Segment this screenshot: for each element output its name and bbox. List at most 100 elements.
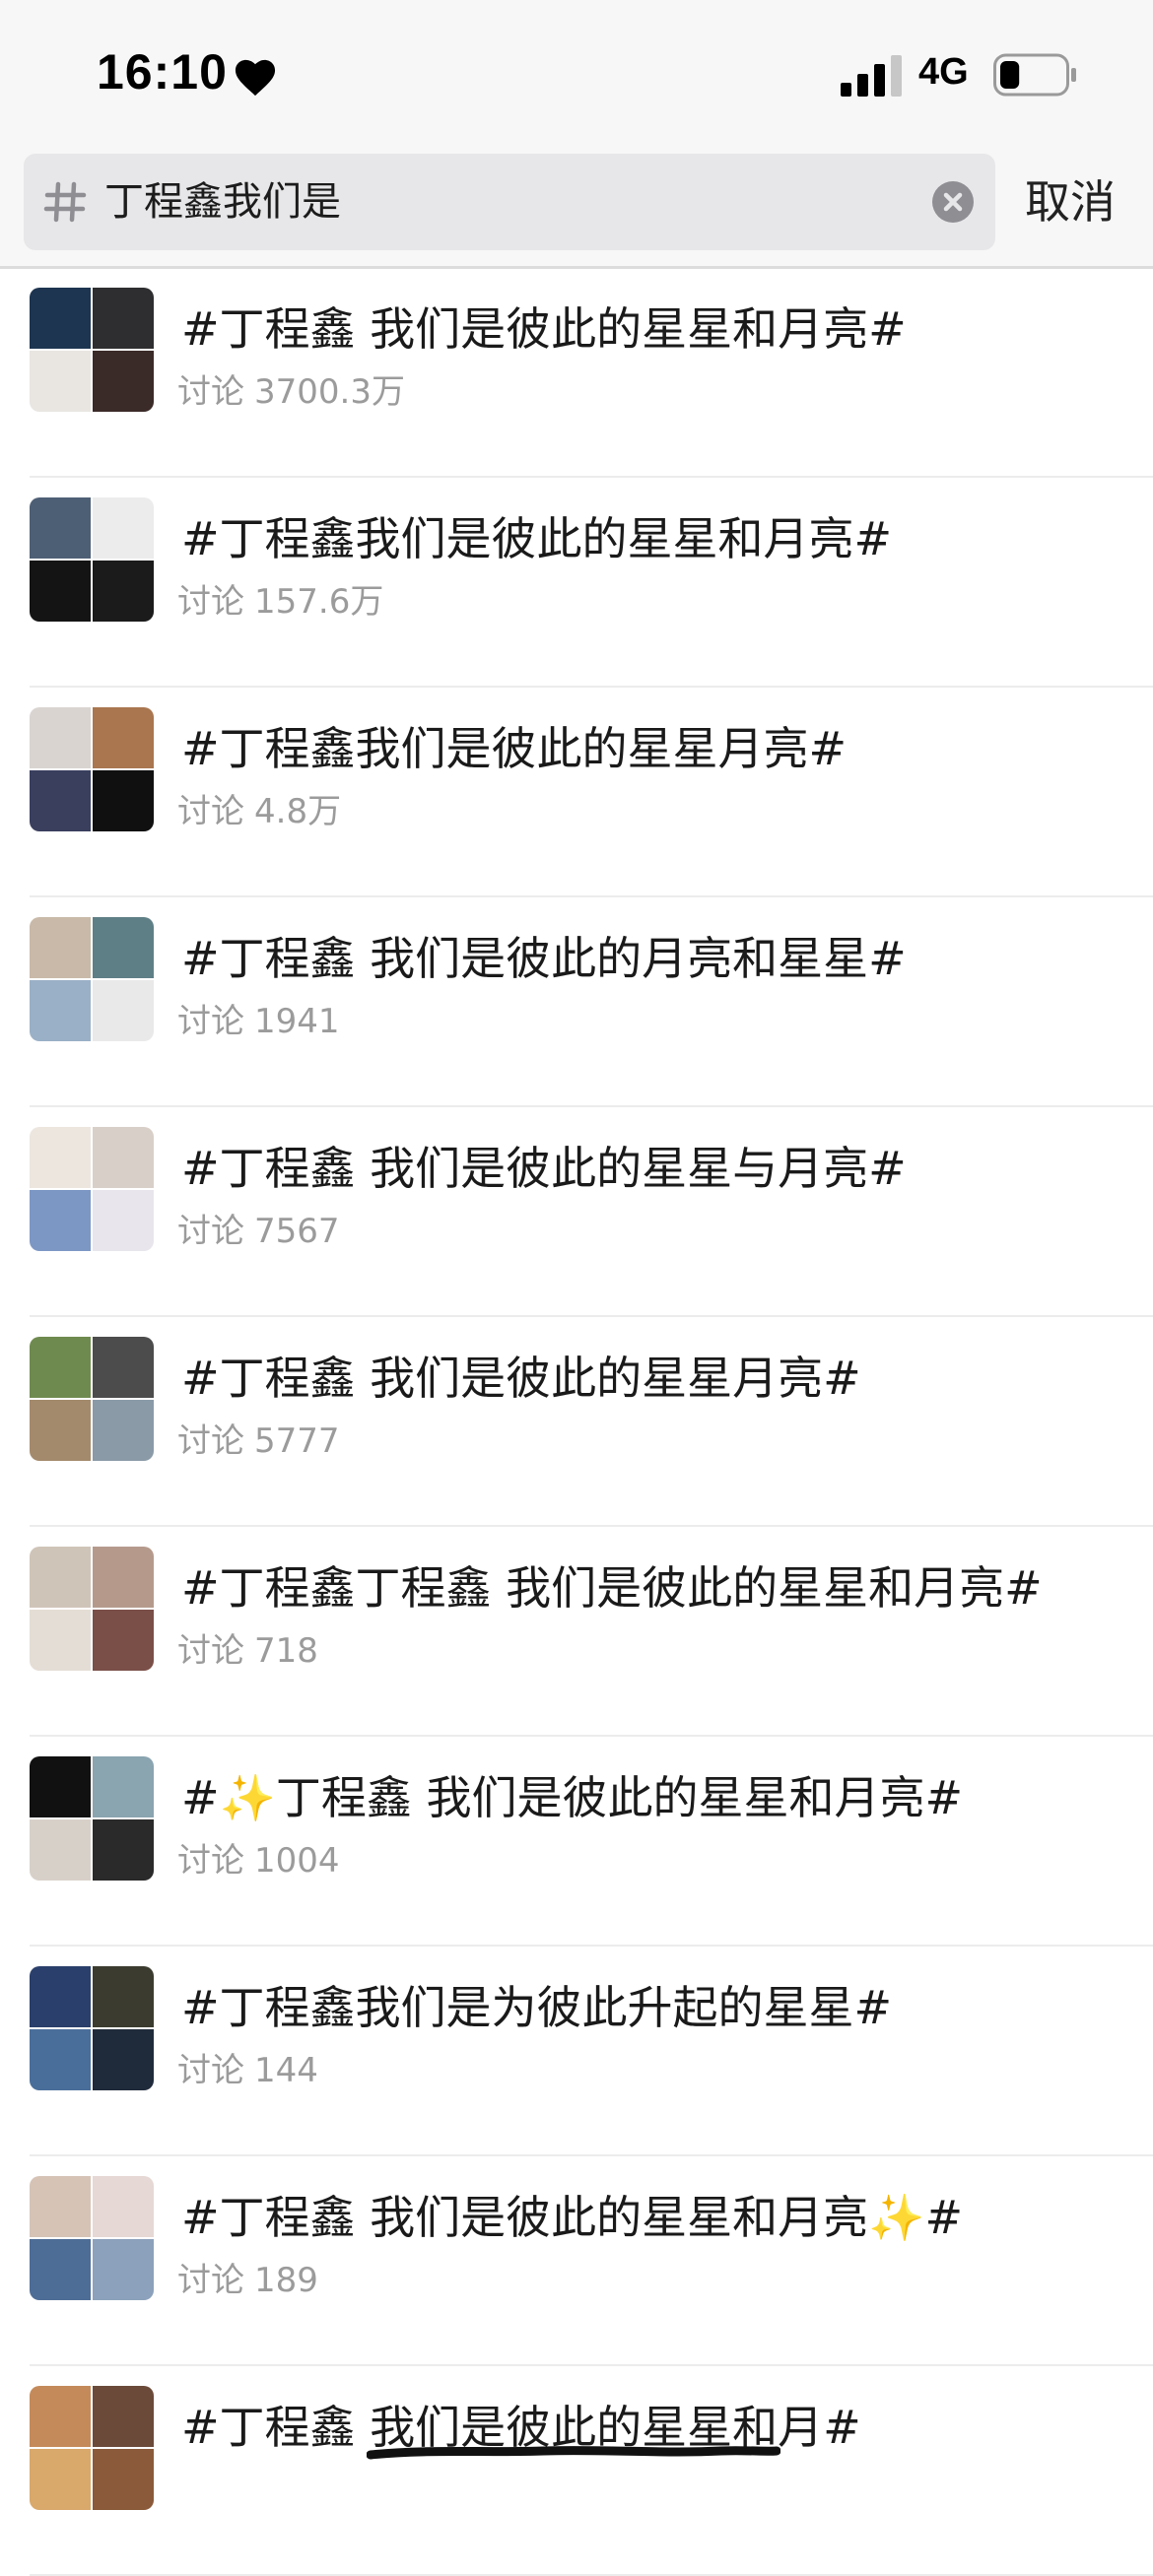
thumbnail-tile [30,1756,91,1817]
discussion-count: 144 [254,2051,318,2090]
topic-discussion-count: 讨论 144 [177,2043,318,2091]
topic-discussion-count: 讨论 189 [177,2253,318,2301]
topic-discussion-count: 讨论 3700.3万 [177,364,405,413]
topic-thumbnail [30,288,154,412]
thumbnail-tile [30,1610,91,1671]
discussion-label: 讨论 [177,1841,244,1881]
search-header: 取消 [0,148,1153,269]
thumbnail-tile [93,497,154,559]
discussion-count: 4.8万 [254,792,342,831]
topic-title: #丁程鑫我们是彼此的星星和月亮# [181,512,893,565]
signal-icon [841,55,902,97]
topic-thumbnail [30,1756,154,1881]
heart-icon [235,59,276,97]
discussion-label: 讨论 [177,1421,244,1461]
topic-thumbnail [30,1337,154,1461]
topic-item[interactable]: #丁程鑫丁程鑫 我们是彼此的星星和月亮# 讨论 718 [0,1527,1153,1737]
topic-title: #丁程鑫 我们是彼此的星星和月亮# [181,302,907,356]
topic-item[interactable]: #丁程鑫 我们是彼此的星星和月# [0,2366,1153,2576]
battery-icon [993,53,1076,97]
topic-list: #丁程鑫 我们是彼此的星星和月亮# 讨论 3700.3万 #丁程鑫我们是彼此的星星和月… [0,268,1153,2576]
thumbnail-tile [30,2239,91,2300]
topic-item[interactable]: #丁程鑫 我们是彼此的星星和月亮✨# 讨论 189 [0,2156,1153,2366]
cancel-button[interactable]: 取消 [1025,148,1116,256]
thumbnail-tile [93,707,154,768]
topic-thumbnail [30,917,154,1041]
topic-item[interactable]: #丁程鑫我们是为彼此升起的星星# 讨论 144 [0,1947,1153,2156]
clear-icon[interactable] [932,181,974,223]
topic-item[interactable]: #丁程鑫我们是彼此的星星和月亮# 讨论 157.6万 [0,478,1153,688]
topic-item[interactable]: #✨丁程鑫 我们是彼此的星星和月亮# 讨论 1004 [0,1737,1153,1947]
discussion-label: 讨论 [177,582,244,622]
discussion-count: 157.6万 [254,582,384,622]
topic-thumbnail [30,497,154,622]
topic-item[interactable]: #丁程鑫 我们是彼此的星星月亮# 讨论 5777 [0,1317,1153,1527]
topic-title: #丁程鑫 我们是彼此的星星月亮# [181,1352,861,1405]
thumbnail-tile [30,288,91,349]
thumbnail-tile [30,980,91,1041]
discussion-count: 5777 [254,1421,340,1461]
discussion-label: 讨论 [177,1631,244,1671]
thumbnail-tile [30,2176,91,2237]
topic-discussion-count: 讨论 157.6万 [177,574,383,623]
topic-thumbnail [30,1966,154,2090]
topic-item[interactable]: #丁程鑫 我们是彼此的星星和月亮# 讨论 3700.3万 [0,268,1153,478]
discussion-count: 1941 [254,1002,340,1041]
thumbnail-tile [93,770,154,831]
discussion-label: 讨论 [177,1212,244,1251]
discussion-label: 讨论 [177,1002,244,1041]
thumbnail-tile [93,2386,154,2447]
thumbnail-tile [30,1190,91,1251]
thumbnail-tile [93,2449,154,2510]
network-label: 4G [918,51,969,93]
thumbnail-tile [30,1337,91,1398]
thumbnail-tile [30,917,91,978]
thumbnail-tile [30,351,91,412]
discussion-label: 讨论 [177,2261,244,2300]
topic-title: #丁程鑫我们是为彼此升起的星星# [181,1981,893,2034]
thumbnail-tile [93,2176,154,2237]
thumbnail-tile [93,1400,154,1461]
topic-thumbnail [30,2176,154,2300]
topic-item[interactable]: #丁程鑫我们是彼此的星星月亮# 讨论 4.8万 [0,688,1153,897]
topic-title: #丁程鑫 我们是彼此的星星与月亮# [181,1142,907,1195]
thumbnail-tile [30,2386,91,2447]
discussion-count: 718 [254,1631,318,1671]
topic-item[interactable]: #丁程鑫 我们是彼此的星星与月亮# 讨论 7567 [0,1107,1153,1317]
search-box[interactable] [24,154,995,250]
topic-thumbnail [30,707,154,831]
thumbnail-tile [30,2029,91,2090]
thumbnail-tile [30,497,91,559]
search-input[interactable] [104,154,932,250]
thumbnail-tile [93,288,154,349]
thumbnail-tile [93,2029,154,2090]
scribble-mark [367,2446,780,2460]
topic-thumbnail [30,2386,154,2510]
topic-thumbnail [30,1547,154,1671]
thumbnail-tile [30,1966,91,2027]
thumbnail-tile [93,1547,154,1608]
thumbnail-tile [30,1127,91,1188]
thumbnail-tile [30,707,91,768]
topic-discussion-count: 讨论 4.8万 [177,784,341,832]
thumbnail-tile [93,351,154,412]
topic-title: #✨丁程鑫 我们是彼此的星星和月亮# [181,1771,963,1824]
thumbnail-tile [30,2449,91,2510]
topic-discussion-count: 讨论 7567 [177,1204,340,1252]
thumbnail-tile [30,1547,91,1608]
topic-title: #丁程鑫丁程鑫 我们是彼此的星星和月亮# [181,1561,1043,1615]
topic-thumbnail [30,1127,154,1251]
topic-discussion-count: 讨论 1941 [177,994,340,1042]
thumbnail-tile [93,1966,154,2027]
thumbnail-tile [93,1190,154,1251]
topic-item[interactable]: #丁程鑫 我们是彼此的月亮和星星# 讨论 1941 [0,897,1153,1107]
discussion-count: 3700.3万 [254,372,405,412]
topic-discussion-count: 讨论 1004 [177,1833,340,1882]
thumbnail-tile [93,1819,154,1881]
topic-title: #丁程鑫我们是彼此的星星月亮# [181,722,848,775]
thumbnail-tile [30,770,91,831]
thumbnail-tile [93,1127,154,1188]
discussion-label: 讨论 [177,792,244,831]
thumbnail-tile [93,1756,154,1817]
thumbnail-tile [93,561,154,622]
